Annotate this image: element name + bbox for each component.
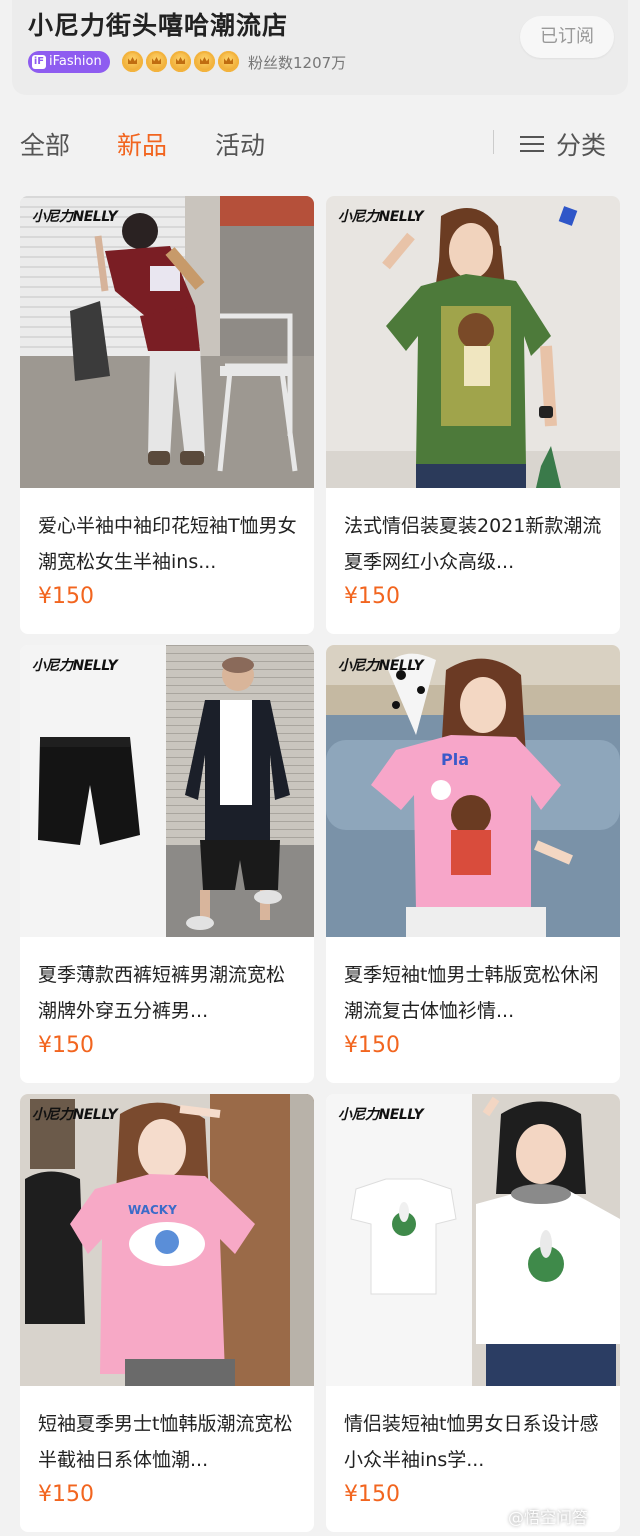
crown-icon: [218, 51, 239, 72]
crown-rating: [122, 51, 239, 72]
brand-logo: 小尼力NELLY: [32, 1104, 118, 1124]
crown-icon: [122, 51, 143, 72]
product-title[interactable]: 法式情侣装夏装2021新款潮流夏季网红小众高级...: [344, 508, 606, 580]
svg-text:Pla: Pla: [441, 750, 469, 769]
fans-count: 粉丝数1207万: [248, 54, 347, 72]
product-card[interactable]: 小尼力NELLY 夏季薄款西裤短裤男潮流宽松潮牌外穿五分裤男... ¥150: [20, 645, 314, 1083]
brand-label: 小尼力NELLY: [32, 209, 118, 225]
svg-text:WACKY: WACKY: [128, 1203, 177, 1217]
brand-label: 小尼力NELLY: [338, 209, 424, 225]
product-title[interactable]: 情侣装短袖t恤男女日系设计感小众半袖ins学...: [344, 1406, 606, 1478]
brand-logo: 小尼力NELLY: [338, 206, 424, 226]
product-price: ¥150: [38, 1482, 94, 1507]
brand-label: 小尼力NELLY: [32, 658, 118, 674]
store-name[interactable]: 小尼力街头嘻哈潮流店: [28, 6, 288, 42]
tab-bar: 全部 新品 活动 分类: [0, 110, 640, 174]
product-card[interactable]: 小尼力NELLY 爱心半袖中袖印花短袖T恤男女潮宽松女生半袖ins... ¥15…: [20, 196, 314, 634]
category-button[interactable]: 分类: [520, 126, 606, 162]
product-image[interactable]: 小尼力NELLY: [20, 645, 314, 937]
product-image[interactable]: 小尼力NELLY: [20, 196, 314, 488]
tab-all[interactable]: 全部: [20, 126, 70, 162]
product-card[interactable]: 小尼力NELLY 法式情侣装夏装2021新款潮流夏季网红小众高级... ¥150: [326, 196, 620, 634]
product-title[interactable]: 夏季短袖t恤男士韩版宽松休闲潮流复古体恤衫情...: [344, 957, 606, 1029]
menu-icon: [520, 134, 544, 154]
product-title[interactable]: 短袖夏季男士t恤韩版潮流宽松半截袖日系体恤潮...: [38, 1406, 300, 1478]
ifashion-logo-icon: iF: [32, 55, 46, 69]
ifashion-badge: iF iFashion: [28, 51, 110, 73]
brand-logo: 小尼力NELLY: [32, 206, 118, 226]
product-image[interactable]: Pla 小尼力NELLY: [326, 645, 620, 937]
product-image[interactable]: WACKY 小尼力NELLY: [20, 1094, 314, 1386]
brand-logo: 小尼力NELLY: [32, 655, 118, 675]
tab-new[interactable]: 新品: [117, 126, 167, 162]
crown-icon: [170, 51, 191, 72]
product-title[interactable]: 夏季薄款西裤短裤男潮流宽松潮牌外穿五分裤男...: [38, 957, 300, 1029]
product-price: ¥150: [38, 584, 94, 609]
product-price: ¥150: [344, 1482, 400, 1507]
ifashion-label: iFashion: [49, 54, 102, 69]
product-price: ¥150: [344, 1033, 400, 1058]
subscribe-button[interactable]: 已订阅: [520, 16, 614, 58]
product-title[interactable]: 爱心半袖中袖印花短袖T恤男女潮宽松女生半袖ins...: [38, 508, 300, 580]
brand-label: 小尼力NELLY: [32, 1107, 118, 1123]
product-image[interactable]: 小尼力NELLY: [326, 1094, 620, 1386]
category-label: 分类: [556, 131, 607, 160]
product-price: ¥150: [344, 584, 400, 609]
product-card[interactable]: Pla 小尼力NELLY 夏季短袖t恤男士韩版宽松休闲潮流复古体恤衫情... ¥…: [326, 645, 620, 1083]
tab-events[interactable]: 活动: [215, 126, 265, 162]
brand-logo: 小尼力NELLY: [338, 1104, 424, 1124]
product-card[interactable]: 小尼力NELLY 情侣装短袖t恤男女日系设计感小众半袖ins学... ¥150: [326, 1094, 620, 1532]
product-card[interactable]: WACKY 小尼力NELLY 短袖夏季男士t恤韩版潮流宽松半截袖日系体恤潮...…: [20, 1094, 314, 1532]
brand-label: 小尼力NELLY: [338, 658, 424, 674]
store-header: 小尼力街头嘻哈潮流店 iF iFashion 粉丝数1207万 已订阅: [12, 0, 628, 95]
crown-icon: [146, 51, 167, 72]
divider: [493, 130, 494, 154]
brand-logo: 小尼力NELLY: [338, 655, 424, 675]
product-price: ¥150: [38, 1033, 94, 1058]
crown-icon: [194, 51, 215, 72]
product-image[interactable]: 小尼力NELLY: [326, 196, 620, 488]
watermark: @悟空问答: [508, 1508, 589, 1527]
brand-label: 小尼力NELLY: [338, 1107, 424, 1123]
